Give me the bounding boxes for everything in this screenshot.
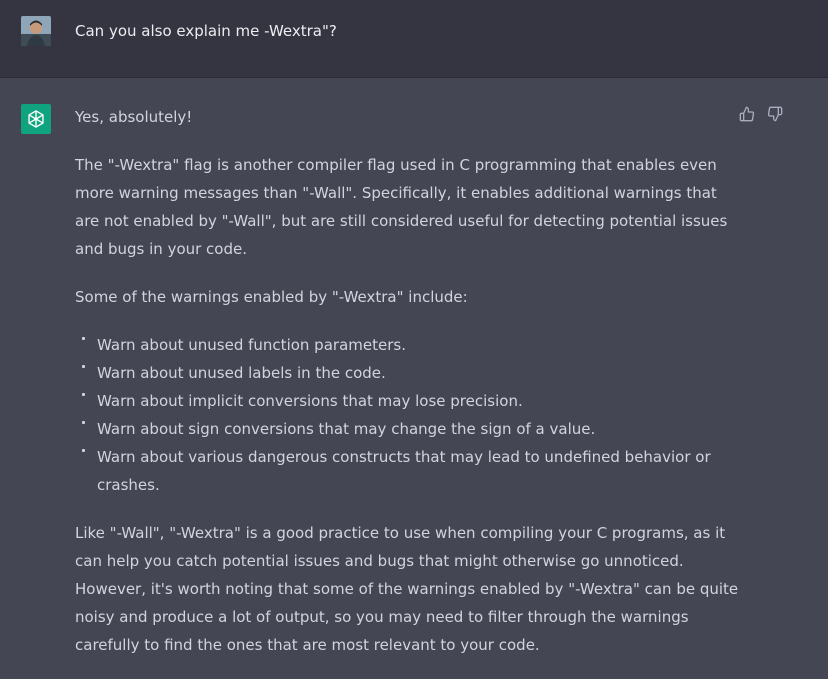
user-photo-icon — [21, 16, 51, 46]
openai-logo-icon — [28, 110, 44, 128]
list-item: Warn about implicit conversions that may… — [75, 387, 745, 415]
thumbs-down-button[interactable] — [766, 105, 784, 123]
list-item: Warn about various dangerous constructs … — [75, 443, 745, 499]
user-message-row: Can you also explain me -Wextra"? — [0, 0, 828, 78]
message-paragraph: The "-Wextra" flag is another compiler f… — [75, 156, 728, 258]
assistant-message-row: Yes, absolutely! The "-Wextra" flag is a… — [0, 78, 828, 673]
list-item: Warn about unused function parameters. — [75, 331, 745, 359]
user-avatar — [21, 16, 51, 46]
assistant-avatar — [21, 104, 51, 134]
thumbs-up-icon — [739, 106, 755, 122]
assistant-message-content: Yes, absolutely! The "-Wextra" flag is a… — [75, 103, 745, 679]
list-item: Warn about sign conversions that may cha… — [75, 415, 745, 443]
message-paragraph: Some of the warnings enabled by "-Wextra… — [75, 288, 468, 306]
warnings-list: Warn about unused function parameters. W… — [75, 331, 745, 499]
thumbs-up-button[interactable] — [738, 105, 756, 123]
message-paragraph: Yes, absolutely! — [75, 108, 193, 126]
feedback-buttons — [738, 105, 784, 123]
list-item: Warn about unused labels in the code. — [75, 359, 745, 387]
message-paragraph: Like "-Wall", "-Wextra" is a good practi… — [75, 524, 739, 654]
user-message-text: Can you also explain me -Wextra"? — [75, 22, 337, 40]
thumbs-down-icon — [767, 106, 783, 122]
